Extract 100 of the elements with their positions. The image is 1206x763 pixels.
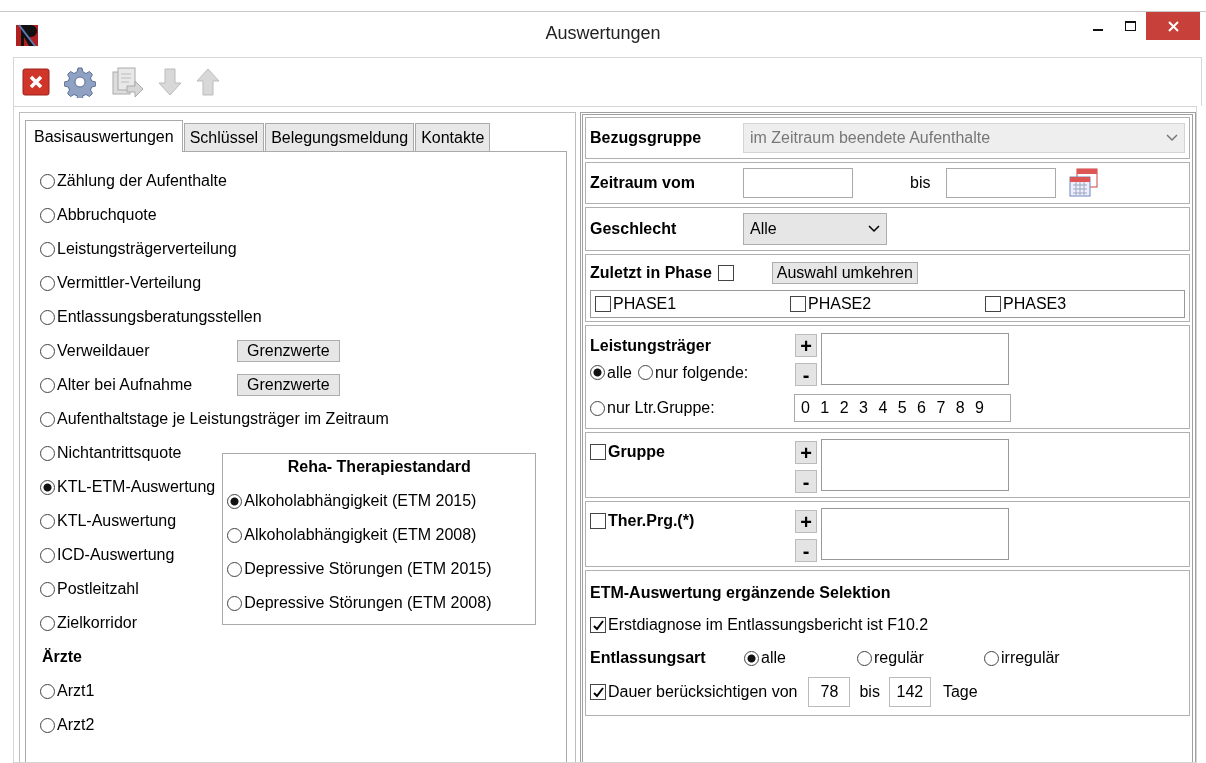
checkbox-label: Ther.Prg.(*) xyxy=(608,512,695,530)
radio-label: Alter bei Aufnahme xyxy=(57,376,194,394)
checkbox[interactable] xyxy=(985,296,1001,312)
radio-button[interactable] xyxy=(40,377,55,393)
radio-label: regulär xyxy=(874,649,924,667)
maximize-icon xyxy=(1124,21,1136,31)
number-field[interactable]: 78 xyxy=(808,677,851,707)
radio-button[interactable] xyxy=(40,275,55,291)
group-title: Reha- Therapiestandard xyxy=(286,458,472,477)
list-box[interactable] xyxy=(821,508,1009,560)
app-icon xyxy=(15,22,39,47)
radio-label: Zählung der Aufenthalte xyxy=(57,172,227,190)
radio-button[interactable] xyxy=(40,683,55,699)
radio-button[interactable] xyxy=(40,717,55,733)
radio-button[interactable] xyxy=(590,400,605,416)
section-heading: Ärzte xyxy=(41,647,83,667)
section-heading: ETM-Auswertung ergänzende Selektion xyxy=(590,583,892,603)
remove-button[interactable]: - xyxy=(795,470,817,493)
date-field[interactable] xyxy=(743,168,853,198)
settings-icon[interactable] xyxy=(64,66,96,98)
tab[interactable]: Basisauswertungen xyxy=(25,120,183,152)
radio-button[interactable] xyxy=(984,650,999,666)
checkbox-label: PHASE2 xyxy=(808,295,872,313)
dropdown[interactable]: Alle xyxy=(743,213,887,245)
field-label: Bezugsgruppe xyxy=(590,129,703,147)
radio-label: Verweildauer xyxy=(57,342,151,360)
add-button[interactable]: + xyxy=(795,441,817,464)
radio-button[interactable] xyxy=(40,547,55,563)
add-button[interactable]: + xyxy=(795,510,817,533)
checkbox[interactable] xyxy=(717,265,734,281)
radio-button[interactable] xyxy=(857,650,872,666)
field-label: Zuletzt in Phase xyxy=(590,264,712,282)
tab[interactable]: Schlüssel xyxy=(183,123,265,151)
radio-label: KTL-ETM-Auswertung xyxy=(57,478,216,496)
radio-button[interactable] xyxy=(40,479,55,495)
radio-label: alle xyxy=(761,649,786,667)
radio-button[interactable] xyxy=(40,343,55,359)
radio-button[interactable] xyxy=(40,207,55,223)
limits-button[interactable]: Grenzwerte xyxy=(237,340,340,362)
field-label: Leistungsträger xyxy=(590,336,712,355)
date-field[interactable] xyxy=(946,168,1057,198)
close-icon[interactable] xyxy=(22,68,50,96)
radio-button[interactable] xyxy=(40,445,55,461)
radio-button[interactable] xyxy=(744,650,759,666)
checkbox[interactable] xyxy=(790,296,806,312)
radio-button[interactable] xyxy=(40,615,55,631)
checkbox[interactable] xyxy=(590,513,606,529)
tab[interactable]: Belegungsmeldung xyxy=(265,123,415,151)
radio-button[interactable] xyxy=(40,513,55,529)
number-field[interactable]: 142 xyxy=(888,677,931,707)
radio-button[interactable] xyxy=(227,561,243,577)
invert-selection-button[interactable]: Auswahl umkehren xyxy=(771,262,918,284)
radio-label: Postleitzahl xyxy=(57,580,139,598)
radio-label: Abbruchquote xyxy=(57,206,157,224)
radio-button[interactable] xyxy=(227,527,243,543)
radio-label: nur folgende: xyxy=(654,363,749,382)
field-label: Entlassungsart xyxy=(590,649,707,667)
radio-label: Zielkorridor xyxy=(57,614,137,632)
radio-button[interactable] xyxy=(227,493,243,509)
radio-button[interactable] xyxy=(40,309,55,325)
radio-label: irregulär xyxy=(1001,649,1060,667)
checkbox-label: Dauer berücksichtigen von xyxy=(608,683,798,701)
radio-label: Nichtantrittsquote xyxy=(57,444,182,462)
checkbox-label: PHASE1 xyxy=(613,295,677,313)
radio-label: Vermittler-Verteilung xyxy=(57,274,202,292)
radio-button[interactable] xyxy=(40,411,55,427)
list-box[interactable] xyxy=(821,333,1009,385)
checkbox-label: PHASE3 xyxy=(1003,295,1067,313)
radio-label: Alkoholabhängigkeit (ETM 2015) xyxy=(244,492,477,510)
radio-button[interactable] xyxy=(40,241,55,257)
radio-label: nur Ltr.Gruppe: xyxy=(607,399,715,417)
radio-button[interactable] xyxy=(590,365,605,380)
field-label: Geschlecht xyxy=(590,220,678,238)
radio-label: Depressive Störungen (ETM 2015) xyxy=(244,560,492,578)
checkbox[interactable] xyxy=(590,444,606,460)
radio-button[interactable] xyxy=(40,173,55,189)
tab[interactable]: Kontakte xyxy=(415,123,491,151)
radio-button[interactable] xyxy=(637,365,653,380)
checkbox[interactable] xyxy=(590,617,606,633)
text-field[interactable]: 0 1 2 3 4 5 6 7 8 9 xyxy=(794,394,1011,422)
radio-label: Depressive Störungen (ETM 2008) xyxy=(244,594,492,612)
remove-button[interactable]: - xyxy=(795,363,817,386)
checkbox-label: Erstdiagnose im Entlassungsbericht ist F10.2 xyxy=(608,616,929,634)
field-label: Tage xyxy=(942,683,978,701)
calendar-icon[interactable] xyxy=(1068,167,1101,199)
checkbox[interactable] xyxy=(590,684,606,700)
radio-button[interactable] xyxy=(40,581,55,597)
field-label: bis xyxy=(910,174,931,192)
limits-button[interactable]: Grenzwerte xyxy=(237,374,340,396)
add-button[interactable]: + xyxy=(795,334,817,357)
list-box[interactable] xyxy=(821,439,1009,491)
minimize-icon xyxy=(1093,29,1103,31)
radio-button[interactable] xyxy=(227,595,243,611)
field-label: bis xyxy=(859,683,880,701)
checkbox-label: Gruppe xyxy=(608,443,665,461)
checkbox[interactable] xyxy=(595,296,611,312)
radio-label: Entlassungsberatungsstellen xyxy=(57,308,262,326)
close-button[interactable] xyxy=(1146,12,1200,40)
radio-label: alle xyxy=(607,363,632,382)
remove-button[interactable]: - xyxy=(795,539,817,562)
